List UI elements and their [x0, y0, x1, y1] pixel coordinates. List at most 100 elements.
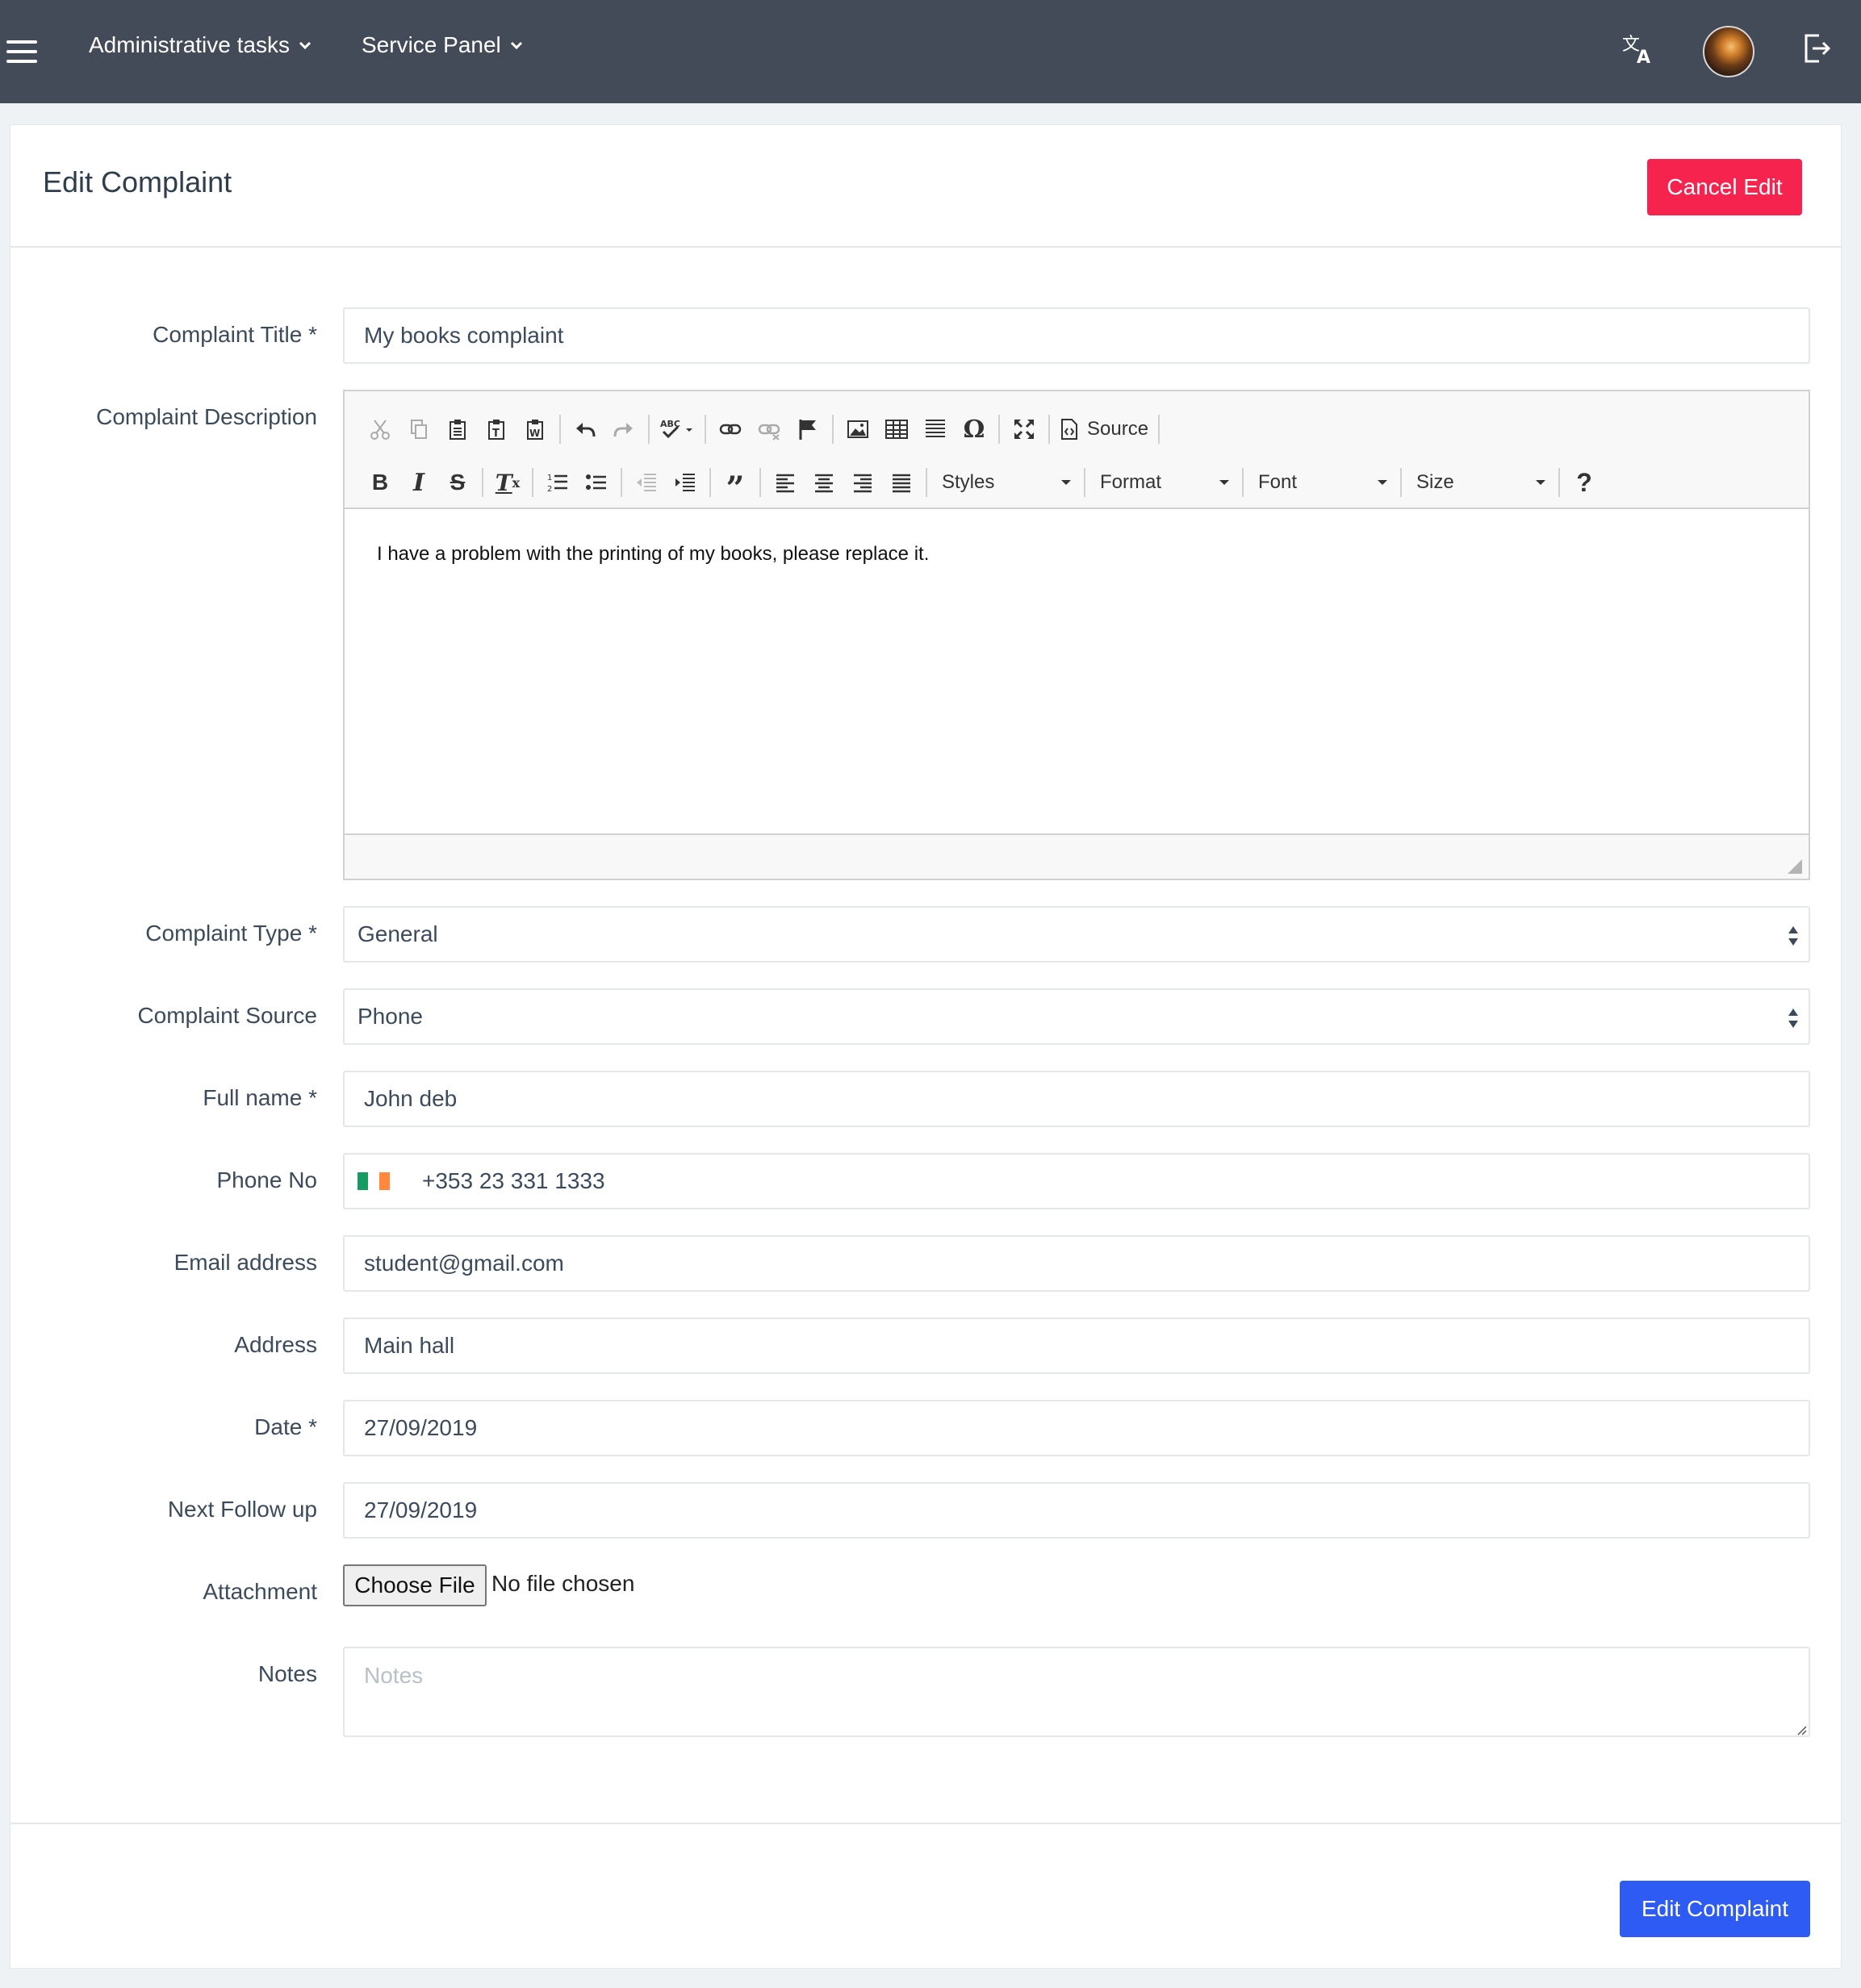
size-dropdown[interactable]: Size [1407, 463, 1554, 502]
format-dropdown[interactable]: Format [1090, 463, 1237, 502]
rich-text-editor: T W ABC Ω Source B I S T x 1 2 ” Styles … [343, 390, 1810, 880]
complaint-description-label: Complaint Description [96, 404, 317, 429]
font-dropdown[interactable]: Font [1248, 463, 1395, 502]
address-label: Address [234, 1332, 317, 1357]
editor-status-bar [345, 833, 1809, 879]
resize-grip-icon[interactable] [1788, 859, 1802, 874]
complaint-type-select[interactable]: General [343, 906, 1810, 963]
full-name-input[interactable]: John deb [343, 1071, 1810, 1127]
complaint-title-input[interactable]: My books complaint [343, 307, 1810, 364]
svg-text:2: 2 [547, 485, 552, 494]
strikethrough-icon[interactable]: S [438, 463, 477, 502]
align-right-icon[interactable] [843, 463, 882, 502]
align-justify-icon[interactable] [882, 463, 921, 502]
address-value: Main hall [364, 1333, 455, 1358]
paste-icon[interactable] [438, 410, 477, 449]
format-label: Format [1100, 471, 1162, 493]
redo-icon[interactable] [604, 410, 643, 449]
source-label: Source [1087, 418, 1149, 440]
unlink-icon[interactable] [750, 410, 788, 449]
notes-textarea[interactable] [343, 1647, 1810, 1737]
styles-dropdown[interactable]: Styles [932, 463, 1079, 502]
select-arrows-icon [1788, 1009, 1798, 1028]
source-button[interactable]: Source [1055, 410, 1153, 449]
special-character-icon[interactable]: Ω [955, 410, 993, 449]
next-follow-up-label: Next Follow up [167, 1497, 317, 1522]
editor-content-area[interactable]: I have a problem with the printing of my… [345, 509, 1809, 833]
top-navbar: Administrative tasks Service Panel 文 A [0, 0, 1861, 103]
textarea-resize-icon[interactable] [1796, 1724, 1807, 1735]
cancel-edit-button[interactable]: Cancel Edit [1647, 159, 1802, 215]
nav-service-panel[interactable]: Service Panel [362, 32, 524, 58]
nav-administrative-tasks[interactable]: Administrative tasks [89, 32, 312, 58]
numbered-list-icon[interactable]: 12 [538, 463, 577, 502]
toolbar-separator [1242, 468, 1244, 497]
paste-text-icon[interactable]: T [477, 410, 516, 449]
toolbar-separator [1400, 468, 1402, 497]
horizontal-line-icon[interactable] [916, 410, 955, 449]
phone-value: +353 23 331 1333 [422, 1168, 605, 1193]
next-follow-up-input[interactable]: 27/09/2019 [343, 1482, 1810, 1539]
italic-icon[interactable]: I [399, 463, 438, 502]
anchor-flag-icon[interactable] [788, 410, 827, 449]
table-icon[interactable] [877, 410, 916, 449]
complaint-source-select[interactable]: Phone [343, 988, 1810, 1045]
edit-complaint-card: Edit Complaint Cancel Edit Complaint Tit… [10, 124, 1842, 1969]
toolbar-separator [1158, 415, 1161, 444]
increase-indent-icon[interactable] [666, 463, 705, 502]
toolbar-separator [705, 415, 706, 444]
caret-down-icon [1061, 480, 1071, 485]
remove-format-icon[interactable]: Tx [488, 463, 527, 502]
toolbar-separator [648, 415, 650, 444]
svg-text:T: T [492, 428, 500, 440]
attachment-label: Attachment [203, 1579, 317, 1604]
help-icon[interactable]: ? [1565, 463, 1604, 502]
maximize-icon[interactable] [1005, 410, 1043, 449]
full-name-value: John deb [364, 1086, 458, 1111]
page-title: Edit Complaint [43, 165, 232, 198]
file-status-text: No file chosen [491, 1571, 635, 1596]
toolbar-separator [559, 415, 561, 444]
bulleted-list-icon[interactable] [577, 463, 616, 502]
ireland-flag-icon[interactable] [358, 1172, 390, 1190]
avatar[interactable] [1703, 26, 1754, 77]
email-input[interactable]: student@gmail.com [343, 1235, 1810, 1292]
complaint-type-label: Complaint Type * [145, 921, 317, 946]
bold-icon[interactable]: B [361, 463, 399, 502]
decrease-indent-icon[interactable] [627, 463, 666, 502]
next-follow-up-value: 27/09/2019 [364, 1497, 478, 1522]
menu-toggle-icon[interactable] [6, 40, 37, 63]
email-value: student@gmail.com [364, 1251, 564, 1276]
toolbar-separator [1048, 415, 1050, 444]
spellcheck-icon[interactable]: ABC [654, 410, 700, 449]
description-text: I have a problem with the printing of my… [377, 543, 930, 565]
undo-icon[interactable] [566, 410, 604, 449]
translate-icon[interactable]: 文 A [1621, 31, 1656, 66]
date-input[interactable]: 27/09/2019 [343, 1400, 1810, 1456]
editor-toolbar: T W ABC Ω Source B I S T x 1 2 ” Styles … [345, 391, 1809, 509]
toolbar-separator [998, 415, 1000, 444]
cut-icon[interactable] [361, 410, 399, 449]
logout-icon[interactable] [1800, 31, 1835, 66]
copy-icon[interactable] [399, 410, 438, 449]
caret-down-icon [1536, 480, 1545, 485]
toolbar-separator [1084, 468, 1085, 497]
toolbar-separator [759, 468, 761, 497]
complaint-type-value: General [358, 921, 438, 946]
svg-text:W: W [529, 428, 540, 439]
address-input[interactable]: Main hall [343, 1318, 1810, 1374]
complaint-source-value: Phone [358, 1004, 423, 1029]
toolbar-separator [532, 468, 533, 497]
link-icon[interactable] [711, 410, 750, 449]
image-icon[interactable] [838, 410, 877, 449]
align-center-icon[interactable] [805, 463, 843, 502]
size-label: Size [1416, 471, 1454, 493]
blockquote-icon[interactable]: ” [716, 463, 755, 505]
paste-word-icon[interactable]: W [516, 410, 554, 449]
edit-complaint-button[interactable]: Edit Complaint [1620, 1881, 1810, 1937]
card-footer-divider [10, 1823, 1841, 1824]
toolbar-separator [621, 468, 622, 497]
align-left-icon[interactable] [766, 463, 805, 502]
phone-input[interactable]: +353 23 331 1333 [343, 1153, 1810, 1209]
choose-file-button[interactable]: Choose File [343, 1564, 487, 1606]
